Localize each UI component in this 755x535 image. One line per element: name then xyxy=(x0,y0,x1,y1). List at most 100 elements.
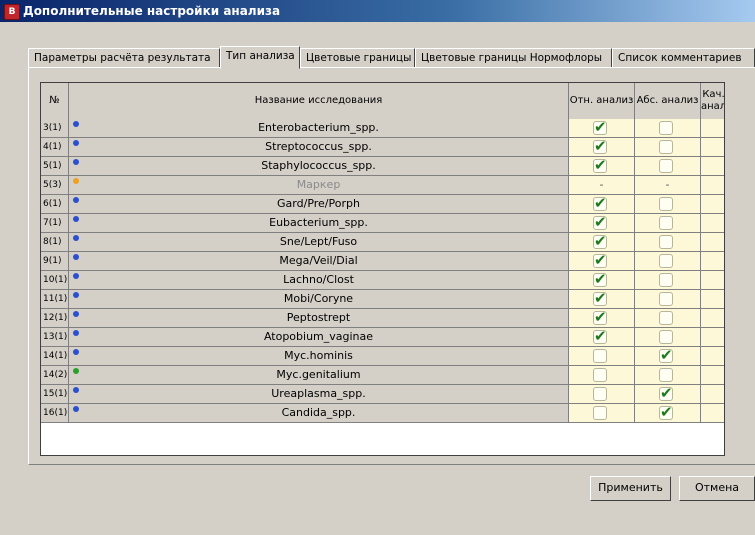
status-dot-icon xyxy=(73,235,79,241)
relative-analysis-cell xyxy=(569,366,635,385)
absolute-analysis-checkbox[interactable] xyxy=(659,197,673,211)
status-dot-icon xyxy=(73,273,79,279)
checkmark-icon: ✔ xyxy=(594,118,607,136)
table-row[interactable]: 10(1) Lachno/Clost ✔ xyxy=(41,270,724,290)
test-name-cell: Peptostrept xyxy=(69,309,569,328)
row-number: 11(1) xyxy=(41,290,69,309)
test-name: Mega/Veil/Dial xyxy=(279,254,358,267)
absolute-analysis-checkbox[interactable] xyxy=(659,254,673,268)
absolute-analysis-cell xyxy=(635,233,701,252)
checkmark-icon: ✔ xyxy=(594,327,607,345)
table-row[interactable]: 16(1) Candida_spp. ✔ xyxy=(41,403,724,423)
status-dot-icon xyxy=(73,159,79,165)
test-name: Myc.genitalium xyxy=(276,368,361,381)
tab-calculation-params[interactable]: Параметры расчёта результата xyxy=(28,48,220,68)
relative-analysis-cell: ✔ xyxy=(569,289,635,309)
absolute-analysis-checkbox[interactable] xyxy=(659,311,673,325)
absolute-analysis-checkbox[interactable] xyxy=(659,330,673,344)
row-number: 12(1) xyxy=(41,309,69,328)
row-number: 3(1) xyxy=(41,119,69,138)
test-name-cell: Staphylococcus_spp. xyxy=(69,157,569,176)
table-row[interactable]: 15(1) Ureaplasma_spp. ✔ xyxy=(41,384,724,404)
qualitative-analysis-cell xyxy=(701,252,724,271)
absolute-analysis-checkbox[interactable] xyxy=(659,292,673,306)
table-row[interactable]: 4(1) Streptococcus_spp. ✔ xyxy=(41,137,724,157)
absolute-analysis-cell xyxy=(635,119,701,138)
cancel-button[interactable]: Отмена xyxy=(679,476,755,501)
row-number: 4(1) xyxy=(41,138,69,157)
absolute-analysis-cell xyxy=(635,290,701,309)
test-name-cell: Eubacterium_spp. xyxy=(69,214,569,233)
relative-analysis-cell: ✔ xyxy=(569,251,635,271)
relative-analysis-cell: - xyxy=(569,176,635,195)
absolute-analysis-checkbox[interactable] xyxy=(659,159,673,173)
relative-analysis-checkbox[interactable] xyxy=(593,406,607,420)
qualitative-analysis-cell xyxy=(701,385,724,404)
absolute-analysis-checkbox[interactable] xyxy=(659,140,673,154)
table-row[interactable]: 9(1) Mega/Veil/Dial ✔ xyxy=(41,251,724,271)
tab-comments-list[interactable]: Список комментариев xyxy=(612,48,755,68)
header-absolute-analysis: Абс. анализ xyxy=(635,83,701,120)
absolute-analysis-checkbox[interactable] xyxy=(659,235,673,249)
qualitative-analysis-cell xyxy=(701,195,724,214)
table-row[interactable]: 7(1) Eubacterium_spp. ✔ xyxy=(41,213,724,233)
row-number: 6(1) xyxy=(41,195,69,214)
test-name: Mobi/Coryne xyxy=(283,292,354,305)
test-name-cell: Маркер xyxy=(69,176,569,195)
checkmark-icon: ✔ xyxy=(594,270,607,288)
relative-analysis-checkbox[interactable] xyxy=(593,387,607,401)
relative-analysis-checkbox[interactable] xyxy=(593,349,607,363)
absolute-analysis-cell xyxy=(635,271,701,290)
absolute-analysis-checkbox[interactable] xyxy=(659,368,673,382)
test-name-cell: Mega/Veil/Dial xyxy=(69,252,569,271)
status-dot-icon xyxy=(73,216,79,222)
table-row[interactable]: 5(3) Маркер - - - xyxy=(41,176,724,195)
tab-normoflora-bounds[interactable]: Цветовые границы Нормофлоры xyxy=(415,48,612,68)
status-dot-icon xyxy=(73,368,79,374)
app-icon: В xyxy=(4,4,20,20)
table-row[interactable]: 3(1) Enterobacterium_spp. ✔ xyxy=(41,118,724,138)
absolute-analysis-cell xyxy=(635,214,701,233)
absolute-analysis-checkbox[interactable] xyxy=(659,216,673,230)
test-name-cell: Atopobium_vaginae xyxy=(69,328,569,347)
tab-color-bounds[interactable]: Цветовые границы xyxy=(300,48,415,68)
test-name: Enterobacterium_spp. xyxy=(258,121,379,134)
tab-analysis-type[interactable]: Тип анализа xyxy=(220,46,300,69)
status-dot-icon xyxy=(73,330,79,336)
absolute-analysis-cell xyxy=(635,328,701,347)
relative-analysis-checkbox[interactable] xyxy=(593,368,607,382)
relative-analysis-cell: ✔ xyxy=(569,156,635,176)
absolute-analysis-cell: ✔ xyxy=(635,403,701,423)
checkmark-icon: ✔ xyxy=(594,156,607,174)
table-row[interactable]: 6(1) Gard/Pre/Porph ✔ xyxy=(41,194,724,214)
window-title: Дополнительные настройки анализа xyxy=(23,4,281,18)
checkmark-icon: ✔ xyxy=(594,194,607,212)
header-name: Название исследования xyxy=(69,83,569,120)
checkmark-icon: ✔ xyxy=(594,213,607,231)
qualitative-analysis-cell xyxy=(701,290,724,309)
status-dot-icon xyxy=(73,178,79,184)
table-row[interactable]: 5(1) Staphylococcus_spp. ✔ xyxy=(41,156,724,176)
absolute-analysis-checkbox[interactable] xyxy=(659,121,673,135)
test-name-cell: Streptococcus_spp. xyxy=(69,138,569,157)
absolute-analysis-checkbox[interactable] xyxy=(659,273,673,287)
table-row[interactable]: 8(1) Sne/Lept/Fuso ✔ xyxy=(41,232,724,252)
table-row[interactable]: 13(1) Atopobium_vaginae ✔ xyxy=(41,327,724,347)
checkmark-icon: ✔ xyxy=(660,403,673,421)
not-applicable-mark: - xyxy=(701,176,724,194)
table-row[interactable]: 11(1) Mobi/Coryne ✔ xyxy=(41,289,724,309)
row-number: 5(3) xyxy=(41,176,69,195)
checkmark-icon: ✔ xyxy=(594,289,607,307)
qualitative-analysis-cell xyxy=(701,309,724,328)
table-row[interactable]: 14(2) Myc.genitalium ✔ xyxy=(41,366,724,385)
test-name: Ureaplasma_spp. xyxy=(271,387,366,400)
table-row[interactable]: 14(1) Myc.hominis ✔ xyxy=(41,346,724,366)
row-number: 5(1) xyxy=(41,157,69,176)
title-bar: В Дополнительные настройки анализа xyxy=(0,0,755,22)
apply-button[interactable]: Применить xyxy=(590,476,671,501)
absolute-analysis-cell xyxy=(635,157,701,176)
row-number: 13(1) xyxy=(41,328,69,347)
test-name-cell: Enterobacterium_spp. xyxy=(69,119,569,138)
table-row[interactable]: 12(1) Peptostrept ✔ xyxy=(41,308,724,328)
header-relative-analysis: Отн. анализ xyxy=(569,83,635,120)
